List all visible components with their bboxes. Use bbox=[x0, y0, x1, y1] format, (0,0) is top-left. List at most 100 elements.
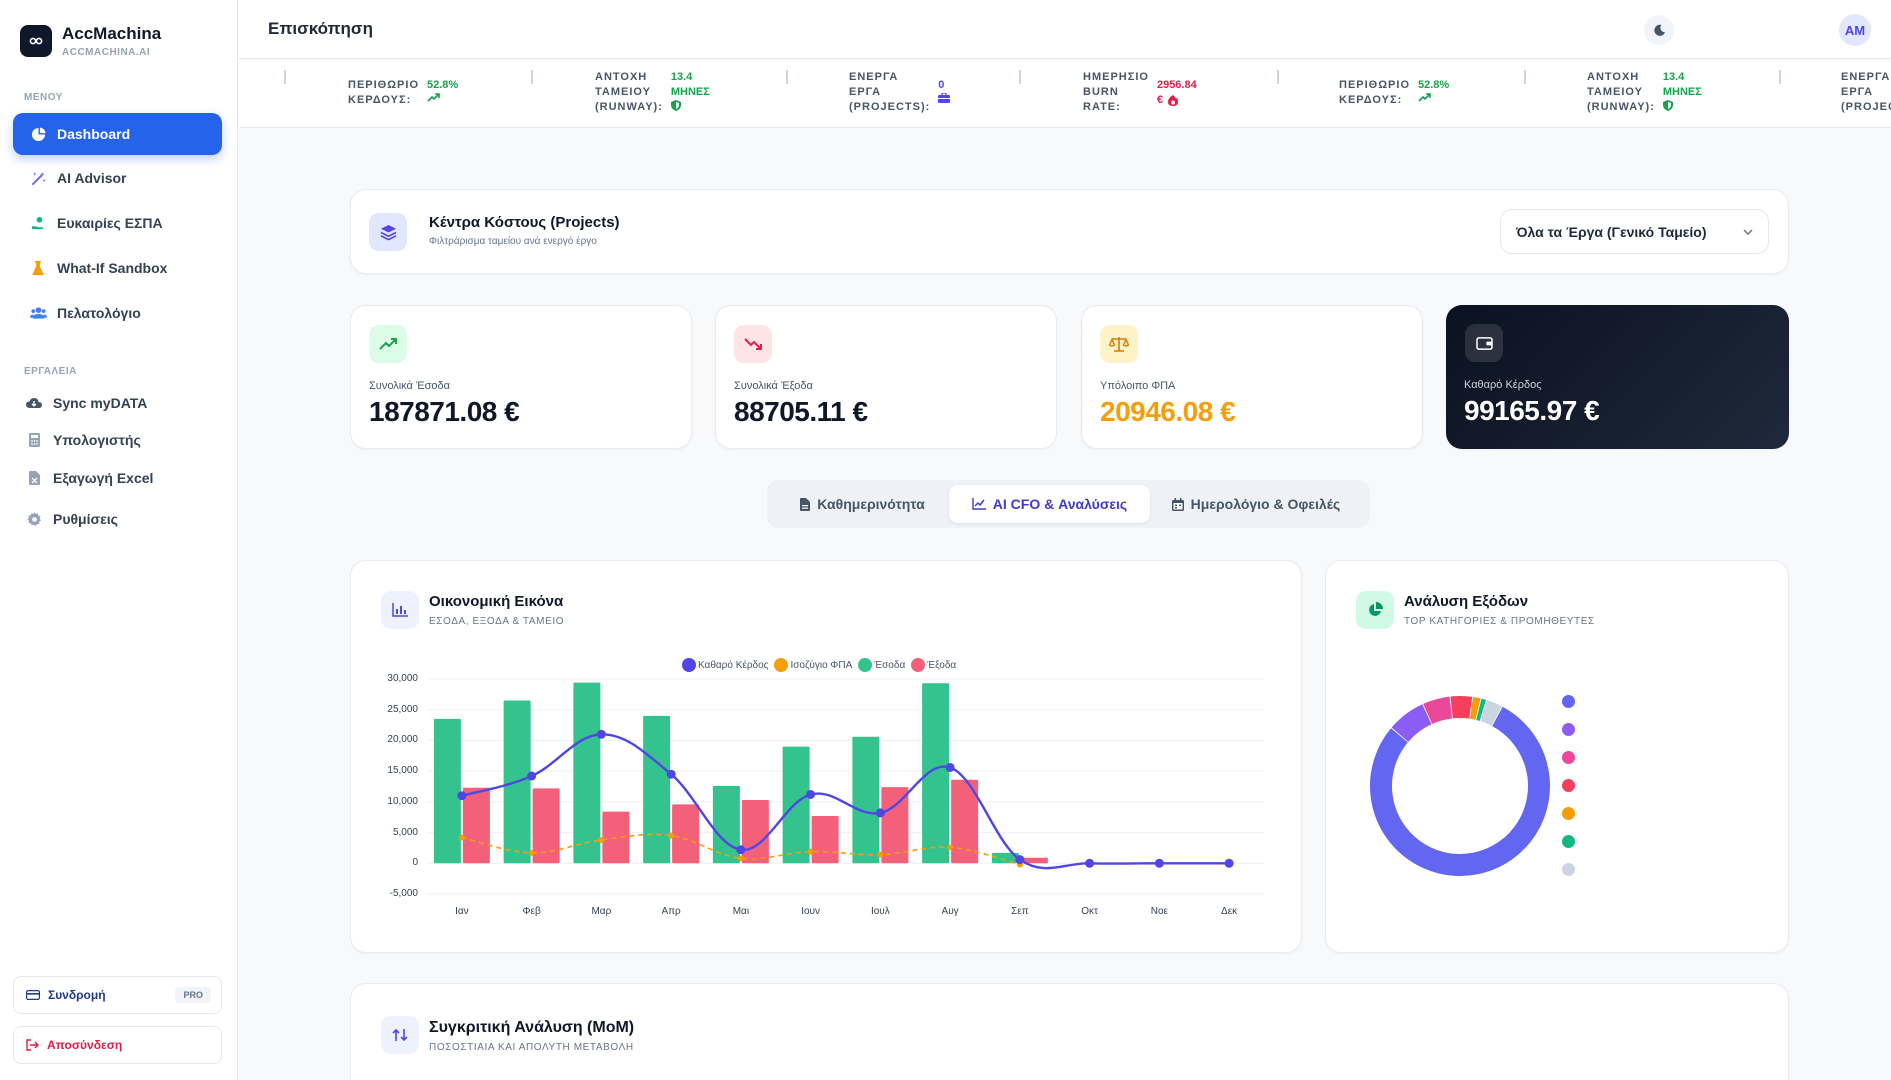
x-tick-label: Δεκ bbox=[1221, 906, 1238, 917]
legend-item-vat-balance[interactable]: Ισοζύγιο ΦΠΑ bbox=[774, 658, 852, 672]
mom-analysis-card: Συγκριτική Ανάλυση (MoM) ΠΟΣΟΣΤΙΑΙΑ ΚΑΙ … bbox=[350, 983, 1789, 1080]
legend-item-income[interactable]: Έσοδα bbox=[858, 658, 905, 672]
menu-section-label: ΜΕΝΟΥ bbox=[24, 92, 63, 103]
donut-slice[interactable] bbox=[1476, 698, 1487, 721]
x-tick-label: Απρ bbox=[661, 906, 681, 917]
tab-label: AI CFO & Αναλύσεις bbox=[992, 496, 1128, 512]
y-tick-label: 30,000 bbox=[387, 673, 418, 684]
y-tick-label: 25,000 bbox=[387, 703, 418, 715]
document-icon bbox=[800, 497, 811, 511]
sidebar-item-label: What-If Sandbox bbox=[57, 260, 168, 276]
donut-slice[interactable] bbox=[1469, 696, 1481, 720]
sidebar-item-clients[interactable]: Πελατολόγιο bbox=[13, 292, 222, 334]
donut-slice[interactable] bbox=[1423, 696, 1453, 725]
donut-legend-dot[interactable] bbox=[1562, 695, 1575, 708]
donut-legend-dot[interactable] bbox=[1562, 779, 1575, 792]
kpi-value: 88705.11 € bbox=[734, 396, 868, 427]
chart-legend: Καθαρό Κέρδος Ισοζύγιο ΦΠΑ Έσοδα Έξοδα bbox=[682, 658, 962, 672]
view-tabs: Καθημερινότητα AI CFO & Αναλύσεις Ημερολ… bbox=[767, 480, 1370, 528]
donut-slice[interactable] bbox=[1391, 704, 1432, 743]
ticker-label: ΠΕΡΙΘΩΡΙΟ bbox=[1339, 79, 1410, 91]
donut-slice[interactable] bbox=[1480, 700, 1502, 726]
logout-icon bbox=[26, 1039, 39, 1051]
donut-legend-dot[interactable] bbox=[1562, 835, 1575, 848]
ticker-label: ΑΝΤΟΧΗ bbox=[1587, 71, 1640, 83]
ticker-label: ΤΑΜΕΙΟΥ bbox=[595, 86, 651, 98]
expense-analysis-title: Ανάλυση Εξόδων bbox=[1404, 593, 1529, 610]
y-tick-label: 0 bbox=[412, 857, 418, 869]
kpi-label: Καθαρό Κέρδος bbox=[1464, 379, 1542, 391]
logout-button[interactable]: Αποσύνδεση bbox=[13, 1026, 222, 1064]
x-tick-label: Φεβ bbox=[522, 906, 541, 917]
tab-label: Ημερολόγιο & Οφειλές bbox=[1190, 496, 1341, 512]
legend-item-expenses[interactable]: Έξοδα bbox=[911, 658, 956, 672]
legend-item-net-profit[interactable]: Καθαρό Κέρδος bbox=[682, 658, 768, 672]
ticker-item-profit-margin: ΠΕΡΙΘΩΡΙΟ ΚΕΡΔΟΥΣ: 52.8% bbox=[348, 78, 458, 108]
ticker-value: € bbox=[1156, 94, 1164, 106]
sidebar-item-settings[interactable]: Ρυθμίσεις bbox=[13, 501, 222, 537]
project-filter-value: Όλα τα Έργα (Γενικό Ταμείο) bbox=[1516, 223, 1707, 240]
x-tick-label: Αυγ bbox=[941, 906, 959, 917]
donut-slice[interactable] bbox=[1450, 696, 1473, 719]
donut-legend-dot[interactable] bbox=[1562, 723, 1575, 736]
trend-down-icon bbox=[734, 325, 772, 363]
file-excel-icon bbox=[25, 469, 43, 487]
kpi-value: 187871.08 € bbox=[369, 396, 520, 427]
legend-label: Ισοζύγιο ΦΠΑ bbox=[790, 659, 853, 671]
ticker-value: ΜΗΝΕΣ bbox=[670, 86, 710, 98]
ticker-separator bbox=[1779, 70, 1781, 84]
ticker-separator bbox=[531, 70, 533, 84]
sidebar-item-export-excel[interactable]: Εξαγωγή Excel bbox=[13, 460, 222, 496]
bar-chart-icon bbox=[381, 591, 419, 629]
kpi-label: Υπόλοιπο ΦΠΑ bbox=[1100, 380, 1176, 392]
sidebar-item-espa[interactable]: Ευκαιρίες ΕΣΠΑ bbox=[13, 202, 222, 244]
subscription-button[interactable]: Συνδρομή PRO bbox=[13, 976, 222, 1014]
shield-icon bbox=[670, 100, 710, 111]
donut-legend-dot[interactable] bbox=[1562, 751, 1575, 764]
brand[interactable]: AccMachina ACCMACHINA.AI bbox=[20, 24, 161, 58]
hand-coins-icon bbox=[29, 214, 47, 232]
sidebar-item-label: Ρυθμίσεις bbox=[53, 511, 118, 527]
sidebar-item-calculator[interactable]: Υπολογιστής bbox=[13, 422, 222, 458]
ticker-value: 52.8% bbox=[1418, 79, 1450, 91]
ticker-item-burn-rate: ΗΜΕΡΗΣΙΟ BURN RATE: 2956.84 € bbox=[1083, 70, 1197, 115]
ticker-label: (PROJECTS): bbox=[849, 101, 931, 113]
sidebar-item-ai-advisor[interactable]: AI Advisor bbox=[13, 157, 222, 199]
ticker-item-runway: ΑΝΤΟΧΗ ΤΑΜΕΙΟΥ (RUNWAY): 13.4 ΜΗΝΕΣ bbox=[1587, 70, 1702, 115]
legend-swatch bbox=[911, 658, 926, 672]
tab-calendar[interactable]: Ημερολόγιο & Οφειλές bbox=[1151, 485, 1361, 523]
wallet-icon bbox=[1465, 324, 1503, 362]
project-filter-select[interactable]: Όλα τα Έργα (Γενικό Ταμείο) bbox=[1500, 209, 1769, 254]
tab-daily[interactable]: Καθημερινότητα bbox=[774, 485, 951, 523]
ticker-item-active-projects: ΕΝΕΡΓΑ ΕΡΓΑ (PROJEC bbox=[1841, 70, 1891, 115]
sidebar-item-label: Dashboard bbox=[57, 126, 131, 142]
sidebar-item-what-if[interactable]: What-If Sandbox bbox=[13, 247, 222, 289]
kpi-card-vat-balance: Υπόλοιπο ΦΠΑ 20946.08 € bbox=[1081, 305, 1423, 449]
ticker-value: 52.8% bbox=[427, 79, 459, 91]
ticker-label: ΕΝΕΡΓΑ bbox=[1841, 71, 1891, 83]
kpi-label: Συνολικά Έσοδα bbox=[369, 380, 450, 392]
ticker-label: ΚΕΡΔΟΥΣ: bbox=[348, 94, 412, 106]
theme-toggle-button[interactable] bbox=[1644, 15, 1674, 45]
subscription-label: Συνδρομή bbox=[48, 988, 106, 1002]
magic-wand-icon bbox=[29, 169, 47, 187]
kpi-label: Συνολικά Έξοδα bbox=[734, 380, 813, 392]
sidebar-item-dashboard[interactable]: Dashboard bbox=[13, 113, 222, 155]
ticker-label: ΕΡΓΑ bbox=[1841, 86, 1874, 98]
ticker-value: 13.4 bbox=[1662, 71, 1685, 83]
pro-badge: PRO bbox=[175, 987, 211, 1003]
sidebar-item-label: Εξαγωγή Excel bbox=[53, 470, 154, 486]
kpi-card-net-profit: Καθαρό Κέρδος 99165.97 € bbox=[1446, 305, 1789, 449]
sidebar-item-label: Πελατολόγιο bbox=[57, 305, 141, 321]
donut-legend-dot[interactable] bbox=[1562, 807, 1575, 820]
pie-chart-icon bbox=[1356, 591, 1394, 629]
ticker-label: ΠΕΡΙΘΩΡΙΟ bbox=[348, 79, 419, 91]
ticker-label: ΕΡΓΑ bbox=[849, 86, 882, 98]
avatar[interactable]: AM bbox=[1839, 14, 1871, 46]
donut-legend-dot[interactable] bbox=[1562, 863, 1575, 876]
sidebar-item-sync-mydata[interactable]: Sync myDATA bbox=[13, 385, 222, 421]
scale-icon bbox=[1100, 325, 1138, 363]
brand-subdomain: ACCMACHINA.AI bbox=[62, 47, 151, 58]
chevron-down-icon bbox=[1742, 225, 1754, 241]
tab-ai-cfo[interactable]: AI CFO & Αναλύσεις bbox=[949, 485, 1150, 523]
